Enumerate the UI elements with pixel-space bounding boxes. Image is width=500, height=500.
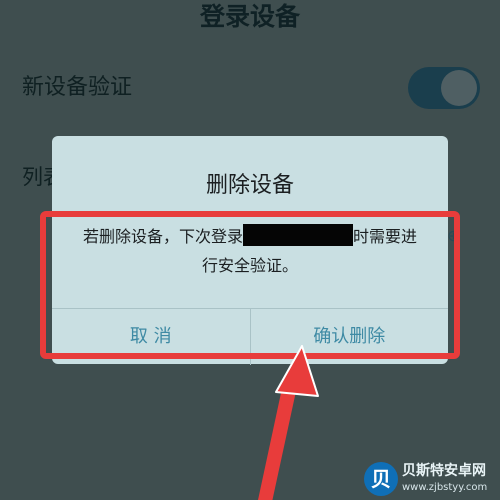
watermark: 贝 贝斯特安卓网 www.zjbstyy.com	[360, 460, 500, 500]
dialog-message: 若删除设备，下次登录 时需要进 行安全验证。	[72, 222, 428, 280]
cancel-button[interactable]: 取 消	[52, 309, 250, 365]
dialog-message-part1: 若删除设备，下次登录	[82, 227, 243, 246]
dialog-message-part2: 时需要进	[353, 227, 418, 246]
confirm-delete-button[interactable]: 确认删除	[249, 309, 449, 365]
new-device-verify-toggle[interactable]	[408, 67, 480, 109]
dialog-title: 删除设备	[205, 173, 294, 198]
phone-screen: 登录设备 新设备验证 列表 ⊕ 删除设备 若删除设备，下次登录 时需要进 行安全验…	[0, 0, 500, 500]
delete-device-dialog: 删除设备 若删除设备，下次登录 时需要进 行安全验证。 取 消 确认删除	[52, 136, 448, 365]
page-title: 登录设备	[199, 2, 300, 31]
new-device-verify-label: 新设备验证	[22, 75, 133, 100]
dialog-message-line2: 行安全验证。	[201, 256, 298, 275]
watermark-logo-icon: 贝	[364, 462, 398, 496]
device-row-icon: ⊕	[447, 226, 461, 245]
dialog-button-bar: 取 消 确认删除	[52, 308, 448, 365]
redaction-block	[243, 224, 353, 246]
toggle-knob	[441, 70, 477, 106]
watermark-url: www.zjbstyy.com	[402, 482, 488, 493]
watermark-name: 贝斯特安卓网	[402, 463, 486, 479]
